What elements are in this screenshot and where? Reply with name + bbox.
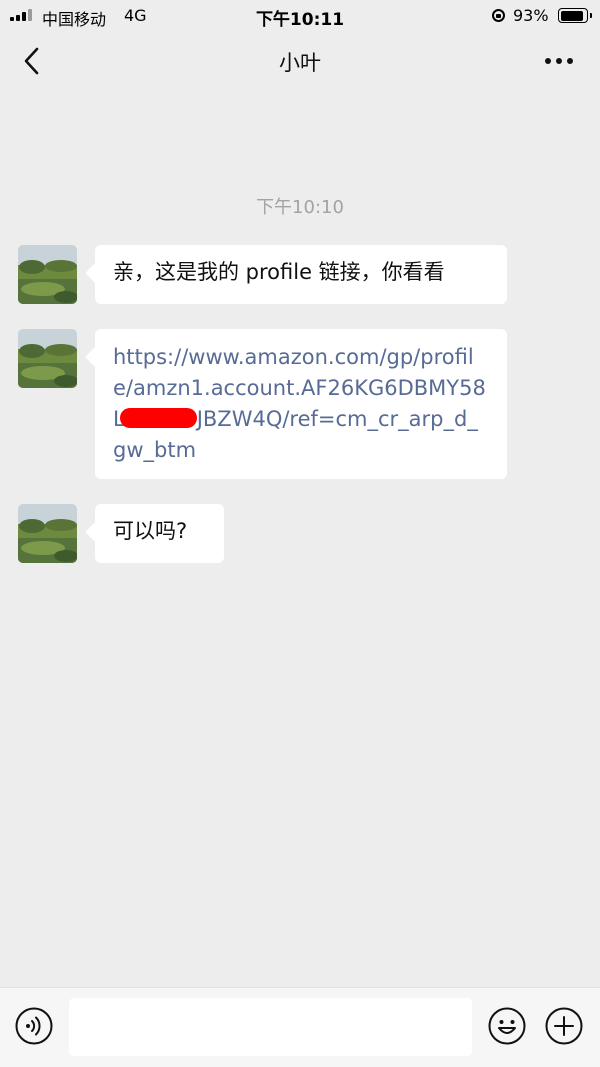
orientation-lock-icon [492, 9, 505, 22]
avatar[interactable] [18, 245, 77, 304]
battery-icon [558, 8, 592, 23]
back-button[interactable] [14, 44, 50, 78]
message-bubble[interactable]: https://www.amazon.com/gp/profile/amzn1.… [95, 329, 507, 479]
avatar[interactable] [18, 504, 77, 563]
battery-percent: 93% [513, 6, 549, 25]
voice-button[interactable] [15, 1007, 53, 1045]
message-text: 可以吗? [113, 519, 188, 543]
emoji-button[interactable] [488, 1007, 526, 1045]
message-bubble[interactable]: 亲，这是我的 profile 链接，你看看 [95, 245, 507, 304]
message-text: 亲，这是我的 profile 链接，你看看 [113, 260, 445, 284]
avatar-image [18, 329, 77, 388]
emoji-icon [488, 1007, 526, 1045]
status-bar: 中国移动 4G 下午10:11 93% [0, 0, 600, 32]
avatar-image [18, 504, 77, 563]
chat-title: 小叶 [279, 51, 321, 75]
avatar[interactable] [18, 329, 77, 388]
voice-icon [15, 1007, 53, 1045]
status-time: 下午10:11 [255, 10, 345, 30]
avatar-image [18, 245, 77, 304]
nav-bar: 小叶 [0, 32, 600, 90]
message-bubble[interactable]: 可以吗? [95, 504, 224, 563]
message-input[interactable] [69, 998, 472, 1056]
chevron-left-icon [24, 47, 39, 75]
chat-timestamp: 下午10:10 [256, 197, 344, 218]
plus-icon [545, 1007, 583, 1045]
more-dots-icon [545, 58, 573, 64]
redaction-mark [119, 408, 197, 428]
profile-link[interactable]: https://www.amazon.com/gp/profile/amzn1.… [113, 345, 486, 462]
plus-button[interactable] [545, 1007, 583, 1045]
more-button[interactable] [538, 46, 582, 76]
input-bar [0, 987, 600, 1067]
